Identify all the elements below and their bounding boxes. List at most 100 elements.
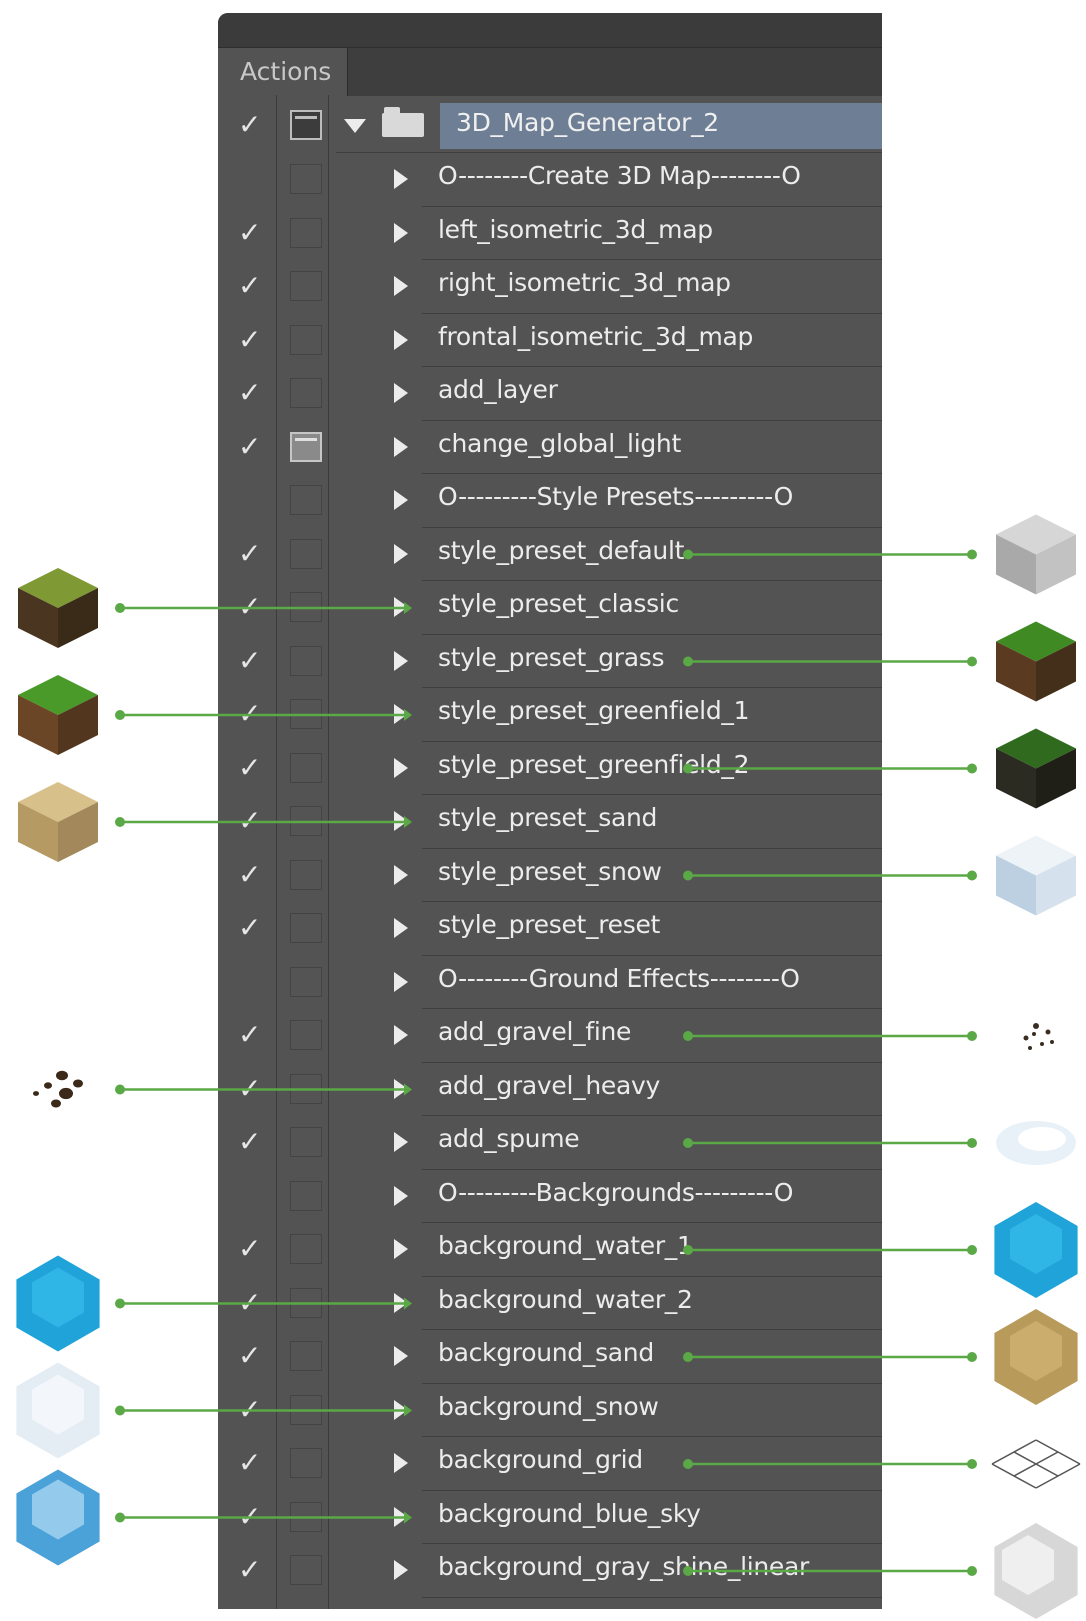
expand-triangle-icon[interactable] xyxy=(394,1346,408,1366)
checkmark-icon[interactable]: ✓ xyxy=(238,270,261,302)
expand-triangle-icon[interactable] xyxy=(394,1292,408,1313)
action-row[interactable]: ✓ right_isometric_3d_map xyxy=(218,260,882,314)
checkmark-icon[interactable]: ✓ xyxy=(238,1126,261,1158)
expand-triangle-icon[interactable] xyxy=(394,971,408,992)
expand-triangle-icon[interactable] xyxy=(394,329,408,350)
checkmark-icon[interactable]: ✓ xyxy=(238,1393,261,1426)
action-row[interactable]: ✓ background_gray_shine_linear xyxy=(218,1544,882,1598)
dialog-toggle-icon[interactable] xyxy=(290,431,322,462)
expand-triangle-icon[interactable] xyxy=(394,436,408,457)
expand-triangle-icon[interactable] xyxy=(394,918,408,938)
action-row[interactable]: ✓ style_preset_classic xyxy=(218,581,882,635)
dialog-toggle-icon[interactable] xyxy=(290,1127,322,1157)
expand-triangle-icon[interactable] xyxy=(394,276,408,296)
dialog-toggle-icon[interactable] xyxy=(290,271,322,301)
expand-triangle-icon[interactable] xyxy=(394,1132,408,1152)
expand-triangle-icon[interactable] xyxy=(394,757,408,778)
checkmark-icon[interactable]: ✓ xyxy=(238,698,261,730)
checkmark-icon[interactable]: ✓ xyxy=(238,805,261,837)
checkmark-icon[interactable]: ✓ xyxy=(238,751,261,784)
expand-triangle-icon[interactable] xyxy=(394,811,408,831)
expand-triangle-icon[interactable] xyxy=(394,1560,408,1580)
dialog-toggle-icon[interactable] xyxy=(290,485,322,515)
checkmark-icon[interactable]: ✓ xyxy=(238,1500,261,1533)
expand-triangle-icon[interactable] xyxy=(394,1506,408,1527)
action-row[interactable]: ✓ style_preset_default xyxy=(218,528,882,581)
action-row[interactable]: ✓ add_spume xyxy=(218,1116,882,1170)
dialog-toggle-icon[interactable] xyxy=(290,1501,322,1532)
dialog-toggle-icon[interactable] xyxy=(290,913,322,943)
dialog-toggle-icon[interactable] xyxy=(290,378,322,408)
checkmark-icon[interactable]: ✓ xyxy=(238,912,261,944)
action-row[interactable]: ✓ background_snow xyxy=(218,1384,882,1437)
dialog-toggle-icon[interactable] xyxy=(290,859,322,890)
checkmark-icon[interactable]: ✓ xyxy=(238,1286,261,1319)
dialog-toggle-icon[interactable] xyxy=(290,217,322,248)
action-row[interactable]: ✓ background_blue_sky xyxy=(218,1491,882,1544)
expand-triangle-icon[interactable] xyxy=(394,169,408,189)
checkmark-icon[interactable]: ✓ xyxy=(238,377,261,409)
dialog-toggle-icon[interactable] xyxy=(290,752,322,783)
checkmark-icon[interactable]: ✓ xyxy=(238,109,261,141)
dialog-toggle-icon[interactable] xyxy=(290,110,322,140)
expand-triangle-icon[interactable] xyxy=(394,1399,408,1420)
action-row[interactable]: ✓ background_water_1 xyxy=(218,1223,882,1277)
dialog-toggle-icon[interactable] xyxy=(290,164,322,194)
dialog-toggle-icon[interactable] xyxy=(290,1234,322,1264)
tab-actions[interactable]: Actions xyxy=(218,48,348,96)
expand-triangle-icon[interactable] xyxy=(394,650,408,671)
action-row[interactable]: ✓ style_preset_sand xyxy=(218,795,882,849)
expand-triangle-icon[interactable] xyxy=(394,864,408,885)
action-row[interactable]: ✓ style_preset_reset xyxy=(218,902,882,956)
expand-triangle-icon[interactable] xyxy=(394,543,408,564)
dialog-toggle-icon[interactable] xyxy=(290,1448,322,1478)
action-row[interactable]: ✓ add_gravel_fine xyxy=(218,1009,882,1063)
action-row[interactable]: ✓ style_preset_grass xyxy=(218,635,882,688)
dialog-toggle-icon[interactable] xyxy=(290,1180,322,1211)
action-row[interactable]: ✓ left_isometric_3d_map xyxy=(218,207,882,260)
checkmark-icon[interactable]: ✓ xyxy=(238,1233,261,1265)
expand-triangle-icon[interactable] xyxy=(394,1185,408,1206)
action-row[interactable]: ✓ add_layer xyxy=(218,367,882,421)
expand-triangle-icon[interactable] xyxy=(394,1453,408,1473)
checkmark-icon[interactable]: ✓ xyxy=(238,858,261,891)
action-row[interactable]: ✓ background_grid xyxy=(218,1437,882,1491)
dialog-toggle-icon[interactable] xyxy=(290,1073,322,1104)
checkmark-icon[interactable]: ✓ xyxy=(238,430,261,463)
action-row[interactable]: O---------Style Presets---------O xyxy=(218,474,882,528)
expand-triangle-icon[interactable] xyxy=(394,383,408,403)
dialog-toggle-icon[interactable] xyxy=(290,806,322,836)
dialog-toggle-icon[interactable] xyxy=(290,592,322,622)
action-row[interactable]: ✓ style_preset_snow xyxy=(218,849,882,902)
checkmark-icon[interactable]: ✓ xyxy=(238,1554,261,1586)
checkmark-icon[interactable]: ✓ xyxy=(238,1072,261,1105)
checkmark-icon[interactable]: ✓ xyxy=(238,1019,261,1051)
action-row[interactable]: ✓ style_preset_greenfield_1 xyxy=(218,688,882,742)
action-row[interactable]: ✓ background_sand xyxy=(218,1330,882,1384)
action-row[interactable]: O--------Ground Effects--------O xyxy=(218,956,882,1009)
checkmark-icon[interactable]: ✓ xyxy=(238,644,261,677)
dialog-toggle-icon[interactable] xyxy=(290,1287,322,1318)
expand-triangle-icon[interactable] xyxy=(394,704,408,724)
dialog-toggle-icon[interactable] xyxy=(290,1555,322,1585)
expand-triangle-icon[interactable] xyxy=(344,119,366,133)
action-set-row[interactable]: ✓ 3D_Map_Generator_2 xyxy=(218,99,882,153)
expand-triangle-icon[interactable] xyxy=(394,1025,408,1045)
dialog-toggle-icon[interactable] xyxy=(290,1341,322,1371)
checkmark-icon[interactable]: ✓ xyxy=(238,216,261,249)
expand-triangle-icon[interactable] xyxy=(394,1078,408,1099)
checkmark-icon[interactable]: ✓ xyxy=(238,537,261,570)
checkmark-icon[interactable]: ✓ xyxy=(238,323,261,356)
checkmark-icon[interactable]: ✓ xyxy=(238,1447,261,1479)
action-row[interactable]: O--------Create 3D Map--------O xyxy=(218,153,882,207)
action-row[interactable]: ✓ frontal_isometric_3d_map xyxy=(218,314,882,367)
expand-triangle-icon[interactable] xyxy=(394,1239,408,1259)
action-row[interactable]: O---------Backgrounds---------O xyxy=(218,1170,882,1223)
expand-triangle-icon[interactable] xyxy=(394,222,408,243)
action-row[interactable]: ✓ add_gravel_heavy xyxy=(218,1063,882,1116)
expand-triangle-icon[interactable] xyxy=(394,597,408,617)
expand-triangle-icon[interactable] xyxy=(394,490,408,510)
dialog-toggle-icon[interactable] xyxy=(290,1020,322,1050)
action-row[interactable]: ✓ change_global_light xyxy=(218,421,882,474)
dialog-toggle-icon[interactable] xyxy=(290,699,322,729)
